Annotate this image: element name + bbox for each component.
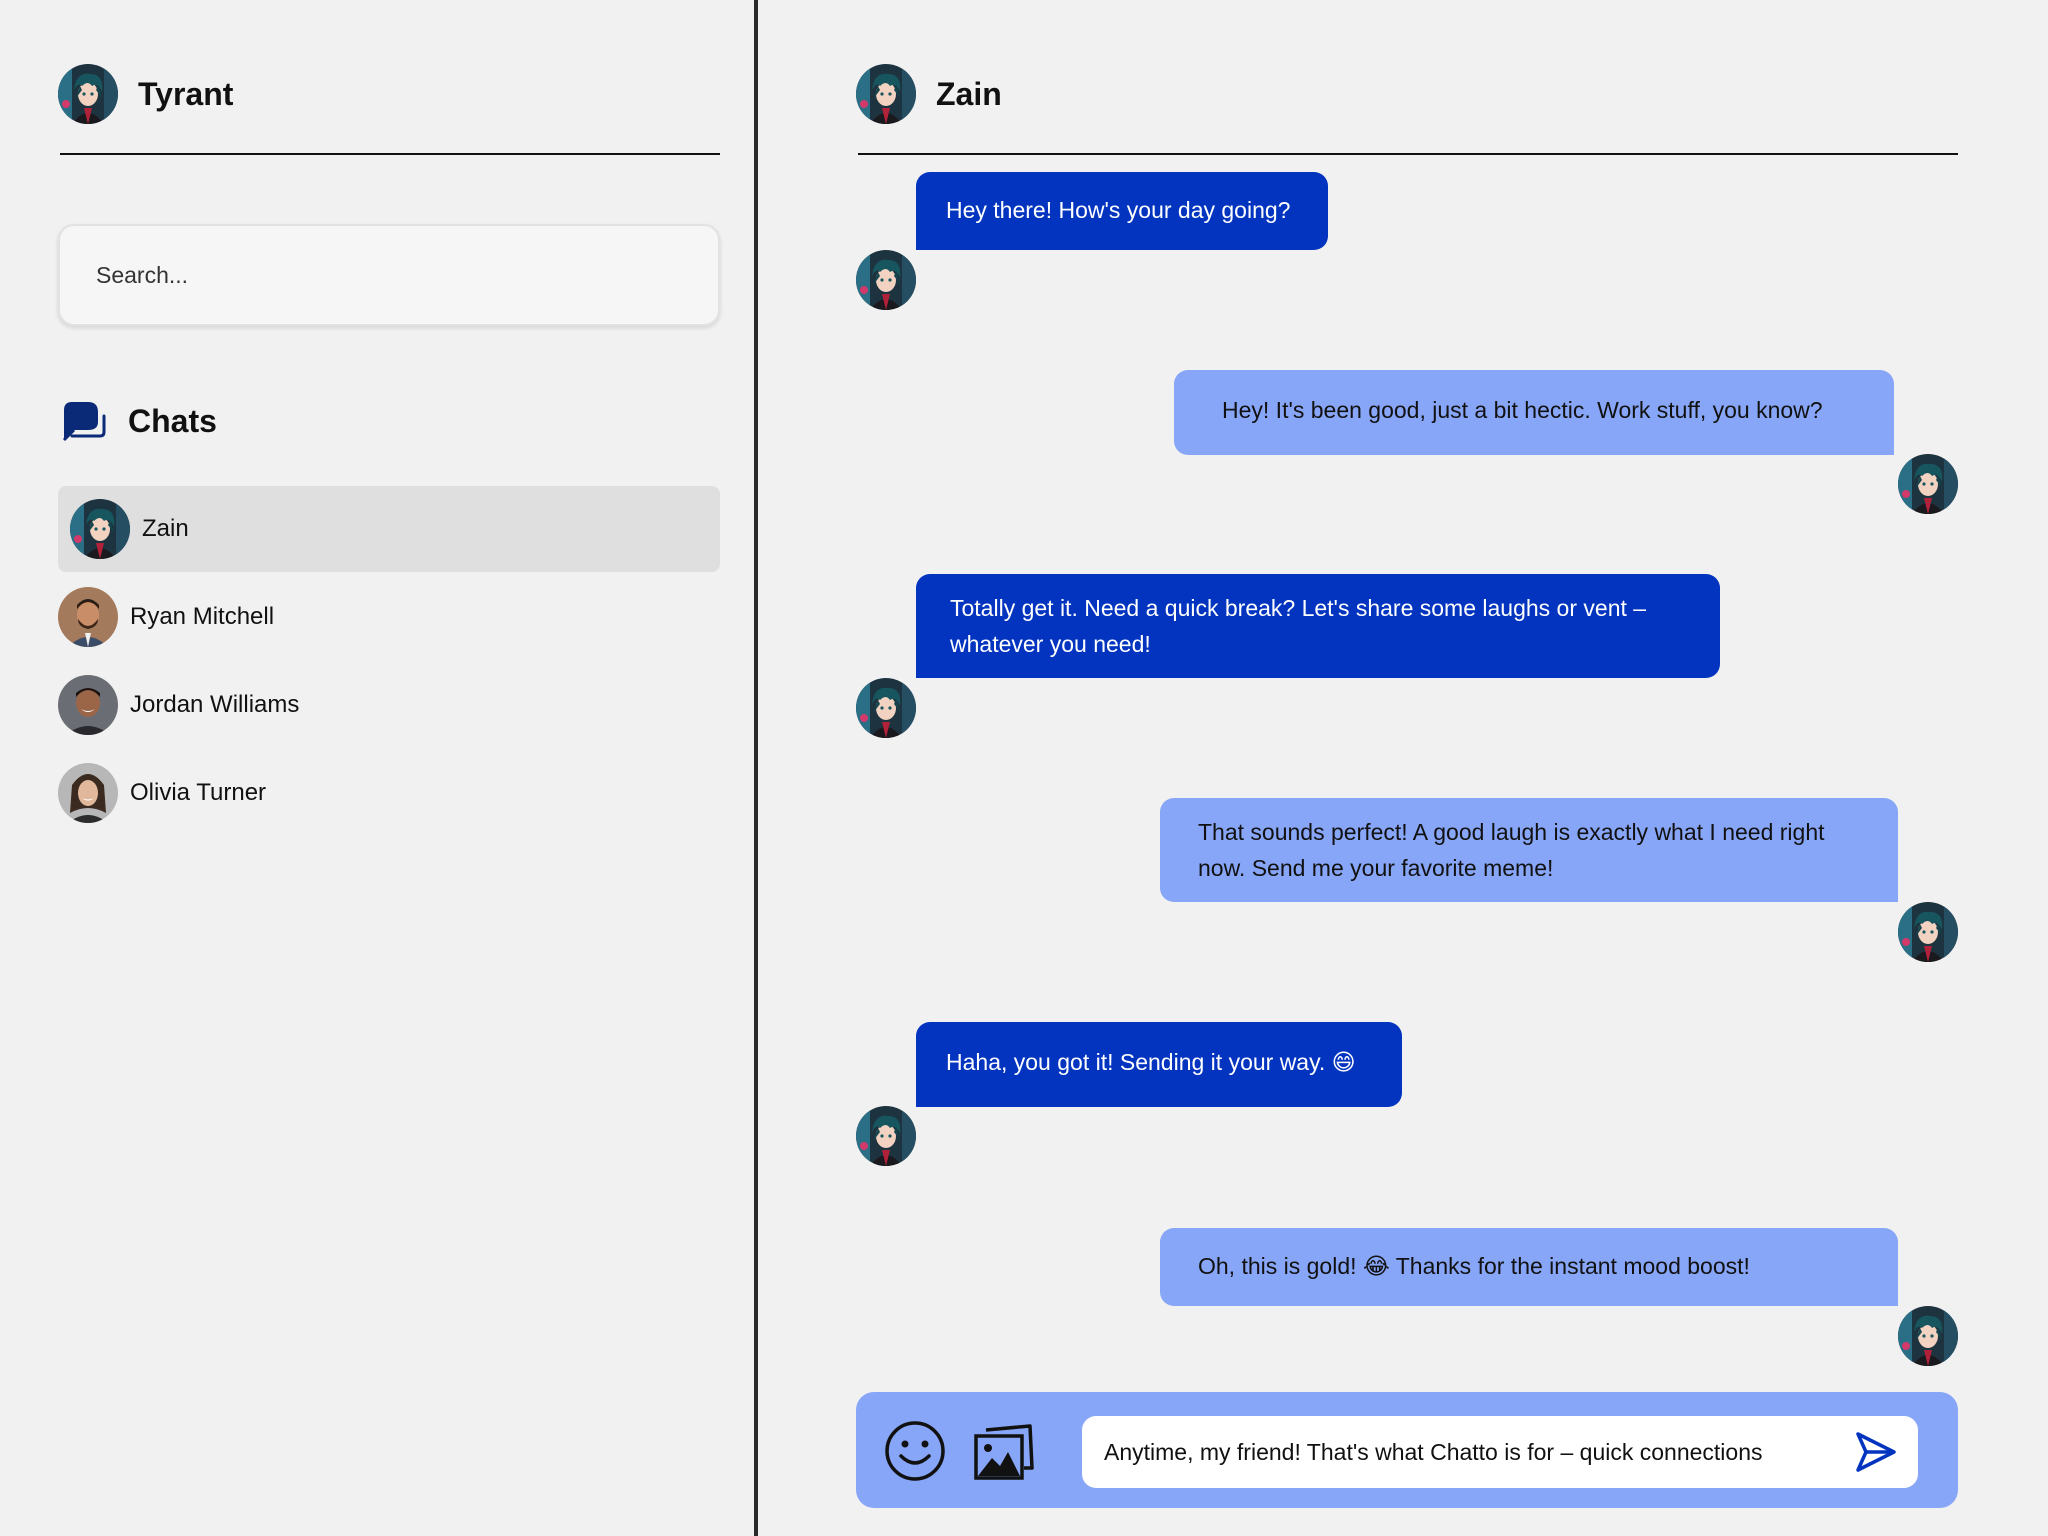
- contact-item-zain[interactable]: Zain: [58, 486, 720, 572]
- message-bubble-outgoing: Oh, this is gold! 😂 Thanks for the insta…: [1160, 1228, 1898, 1306]
- message-avatar: [856, 250, 916, 310]
- message-avatar: [1898, 1306, 1958, 1366]
- contact-avatar: [58, 675, 118, 735]
- message-avatar: [1898, 454, 1958, 514]
- message-bubble-incoming: Totally get it. Need a quick break? Let'…: [916, 574, 1720, 678]
- message-bubble-incoming: Hey there! How's your day going?: [916, 172, 1328, 250]
- chat-header: Zain: [856, 64, 1002, 124]
- user-avatar[interactable]: [58, 64, 118, 124]
- message-bubble-incoming: Haha, you got it! Sending it your way. 😄: [916, 1022, 1402, 1107]
- message-bubble-outgoing: Hey! It's been good, just a bit hectic. …: [1174, 370, 1894, 455]
- chat-contact-avatar[interactable]: [856, 64, 916, 124]
- contact-item-jordan-williams[interactable]: Jordan Williams: [58, 662, 720, 748]
- chat-header-divider: [858, 153, 1958, 155]
- contact-avatar: [58, 587, 118, 647]
- message-bubble-outgoing: That sounds perfect! A good laugh is exa…: [1160, 798, 1898, 902]
- message-avatar: [856, 1106, 916, 1166]
- contact-item-olivia-turner[interactable]: Olivia Turner: [58, 750, 720, 836]
- search-input[interactable]: [58, 224, 720, 326]
- contact-name: Olivia Turner: [130, 779, 267, 806]
- sidebar-divider: [60, 153, 720, 155]
- chat-contact-name: Zain: [936, 75, 1002, 112]
- chats-title: Chats: [128, 402, 217, 439]
- image-gallery-icon[interactable]: [972, 1422, 1034, 1482]
- contact-name: Ryan Mitchell: [130, 603, 275, 630]
- message-composer: [856, 1392, 1958, 1508]
- contact-name: Jordan Williams: [130, 691, 300, 718]
- contact-avatar: [70, 499, 130, 559]
- contact-list: Zain Ryan Mitchell Jordan Williams Olivi…: [58, 486, 720, 838]
- message-avatar: [856, 678, 916, 738]
- chats-heading: Chats: [58, 396, 217, 446]
- send-icon[interactable]: [1854, 1430, 1898, 1474]
- contact-avatar: [58, 763, 118, 823]
- smiley-icon[interactable]: [884, 1420, 946, 1482]
- message-avatar: [1898, 902, 1958, 962]
- profile-header: Tyrant: [58, 64, 233, 124]
- contact-item-ryan-mitchell[interactable]: Ryan Mitchell: [58, 574, 720, 660]
- chat-bubbles-icon: [62, 402, 106, 442]
- contact-name: Zain: [142, 515, 189, 542]
- message-input[interactable]: [1082, 1416, 1918, 1488]
- sidebar: Tyrant Chats Zain Ryan Mitchell Jordan W…: [0, 0, 758, 1536]
- chat-pane: Zain Hey there! How's your day going? He…: [762, 0, 2048, 1536]
- user-name: Tyrant: [138, 75, 234, 112]
